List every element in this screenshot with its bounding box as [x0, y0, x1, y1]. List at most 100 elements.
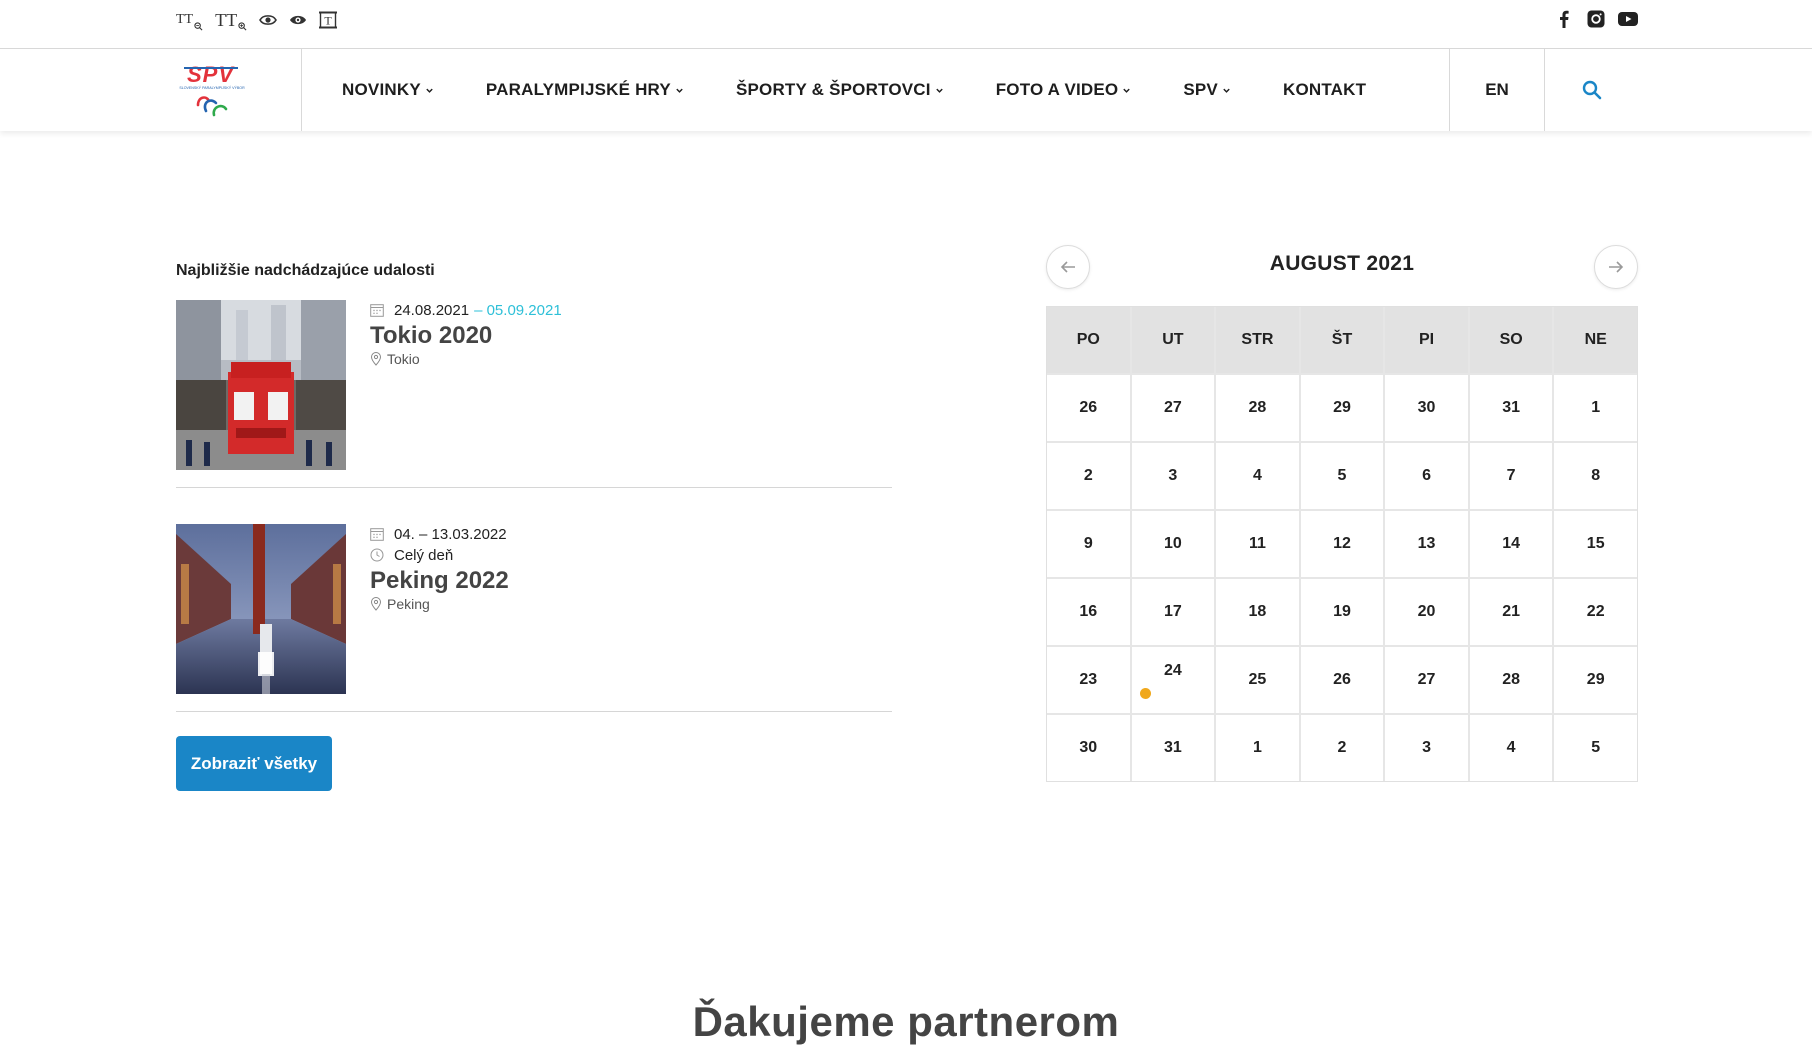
calendar-day[interactable]: 2 — [1300, 715, 1384, 781]
peking-street-image — [176, 524, 346, 694]
calendar-day[interactable]: 8 — [1554, 443, 1637, 509]
calendar-day[interactable]: 18 — [1216, 579, 1299, 645]
nav-label: NOVINKY — [342, 80, 421, 99]
nav-item-novinky[interactable]: NOVINKY — [342, 80, 434, 100]
language-switch[interactable]: EN — [1450, 49, 1544, 131]
calendar-day[interactable]: 5 — [1554, 715, 1637, 781]
calendar-day[interactable]: 16 — [1047, 579, 1130, 645]
calendar-day[interactable]: 31 — [1131, 715, 1215, 781]
nav-item-spv[interactable]: SPV — [1183, 80, 1231, 100]
calendar-day[interactable]: 9 — [1047, 511, 1130, 577]
calendar-day[interactable]: 12 — [1300, 511, 1384, 577]
calendar-day-number: 3 — [1168, 467, 1178, 484]
event-title[interactable]: Tokio 2020 — [370, 322, 562, 350]
calendar-day[interactable]: 25 — [1216, 647, 1299, 713]
nav-item-kontakt[interactable]: KONTAKT — [1283, 80, 1366, 100]
calendar-day[interactable]: 3 — [1385, 715, 1468, 781]
calendar-day-number: 31 — [1163, 739, 1182, 756]
event-info: 04. – 13.03.2022 Celý deň Peking 2022 Pe… — [370, 524, 509, 613]
calendar-day[interactable]: 14 — [1469, 511, 1553, 577]
calendar-day[interactable]: 22 — [1554, 579, 1637, 645]
calendar-day-number: 14 — [1502, 535, 1521, 552]
calendar-day[interactable]: 20 — [1385, 579, 1468, 645]
event-location-text: Tokio — [387, 351, 420, 367]
calendar-day-number: 23 — [1079, 671, 1098, 688]
calendar-day[interactable]: 4 — [1216, 443, 1299, 509]
calendar-day[interactable]: 3 — [1131, 443, 1215, 509]
chevron-down-icon — [935, 88, 943, 93]
calendar-day[interactable]: 30 — [1047, 715, 1130, 781]
calendar-day[interactable]: 24 — [1131, 647, 1215, 713]
facebook-link[interactable] — [1554, 9, 1574, 29]
event-info: 24.08.2021 – 05.09.2021 Tokio 2020 Tokio — [370, 300, 562, 368]
calendar-day[interactable]: 29 — [1554, 647, 1637, 713]
event-location-text: Peking — [387, 596, 430, 612]
calendar-day-number: 4 — [1252, 467, 1262, 484]
calendar-day[interactable]: 28 — [1216, 375, 1299, 441]
event-date: 04. – 13.03.2022 — [370, 524, 509, 544]
calendar-day[interactable]: 27 — [1131, 375, 1215, 441]
calendar-day[interactable]: 28 — [1469, 647, 1553, 713]
calendar-day-number: 30 — [1079, 739, 1098, 756]
calendar-day[interactable]: 4 — [1469, 715, 1553, 781]
event-item[interactable]: 04. – 13.03.2022 Celý deň Peking 2022 Pe… — [176, 524, 892, 712]
text-bigger-button[interactable]: TT — [215, 9, 247, 31]
event-item[interactable]: 24.08.2021 – 05.09.2021 Tokio 2020 Tokio — [176, 300, 892, 488]
calendar-day[interactable]: 30 — [1385, 375, 1468, 441]
calendar-day-number: 1 — [1252, 739, 1262, 756]
event-thumbnail-tokio[interactable] — [176, 300, 346, 470]
event-location: Peking — [370, 596, 509, 612]
calendar-day[interactable]: 13 — [1385, 511, 1468, 577]
event-title[interactable]: Peking 2022 — [370, 567, 509, 595]
contrast-button[interactable] — [259, 9, 278, 31]
calendar-day[interactable]: 17 — [1131, 579, 1215, 645]
calendar-day[interactable]: 7 — [1469, 443, 1553, 509]
spv-logo[interactable]: SPV SLOVENSKÝ PARALYMPIJSKÝ VÝBOR — [176, 59, 258, 125]
calendar-day[interactable]: 5 — [1300, 443, 1384, 509]
calendar-day-number: 19 — [1333, 603, 1351, 620]
calendar-header: AUGUST 2021 — [1046, 242, 1638, 308]
calendar-day[interactable]: 6 — [1385, 443, 1468, 509]
calendar-weekday: UT — [1131, 307, 1215, 373]
facebook-icon — [1560, 10, 1569, 28]
calendar-day-number: 17 — [1163, 603, 1182, 620]
event-thumbnail-peking[interactable] — [176, 524, 346, 694]
calendar-day[interactable]: 31 — [1469, 375, 1553, 441]
show-all-button[interactable]: Zobraziť všetky — [176, 736, 332, 791]
calendar-day[interactable]: 26 — [1047, 375, 1130, 441]
calendar-day[interactable]: 19 — [1300, 579, 1384, 645]
calendar-day-number: 27 — [1163, 399, 1182, 416]
nav-label: FOTO A VIDEO — [995, 80, 1119, 99]
calendar-day[interactable]: 1 — [1216, 715, 1299, 781]
nav-item-foto-a-video[interactable]: FOTO A VIDEO — [996, 80, 1132, 100]
calendar-day[interactable]: 10 — [1131, 511, 1215, 577]
calendar-day[interactable]: 21 — [1469, 579, 1553, 645]
calendar-day-number: 7 — [1506, 467, 1516, 484]
nav-item-sporty-sportovci[interactable]: ŠPORTY & ŠPORTOVCI — [736, 80, 944, 100]
nav-item-paralympijske-hry[interactable]: PARALYMPIJSKÉ HRY — [486, 80, 684, 100]
calendar-day-number: 28 — [1502, 671, 1521, 688]
calendar-day[interactable]: 26 — [1300, 647, 1384, 713]
calendar-day[interactable]: 27 — [1385, 647, 1468, 713]
partners-heading: Ďakujeme partnerom — [692, 998, 1120, 1045]
tokio-parade-image — [176, 300, 346, 470]
font-toggle-button[interactable]: T — [319, 9, 338, 31]
search-button[interactable] — [1545, 49, 1639, 131]
calendar-icon — [370, 528, 384, 541]
calendar-day[interactable]: 29 — [1300, 375, 1384, 441]
youtube-link[interactable] — [1618, 9, 1638, 29]
calendar-day[interactable]: 23 — [1047, 647, 1130, 713]
calendar-next-button[interactable] — [1594, 245, 1638, 289]
text-smaller-button[interactable]: TT — [176, 9, 203, 31]
text-bigger-label: TT — [215, 9, 238, 30]
calendar-icon — [370, 304, 384, 317]
calendar-day[interactable]: 11 — [1216, 511, 1299, 577]
calendar-day[interactable]: 2 — [1047, 443, 1130, 509]
calendar-day[interactable]: 15 — [1554, 511, 1637, 577]
nav-label: KONTAKT — [1282, 80, 1367, 99]
calendar-day[interactable]: 1 — [1554, 375, 1637, 441]
instagram-link[interactable] — [1586, 9, 1606, 29]
high-contrast-button[interactable] — [289, 9, 307, 31]
event-location: Tokio — [370, 351, 562, 367]
event-time-text: Celý deň — [394, 546, 454, 564]
